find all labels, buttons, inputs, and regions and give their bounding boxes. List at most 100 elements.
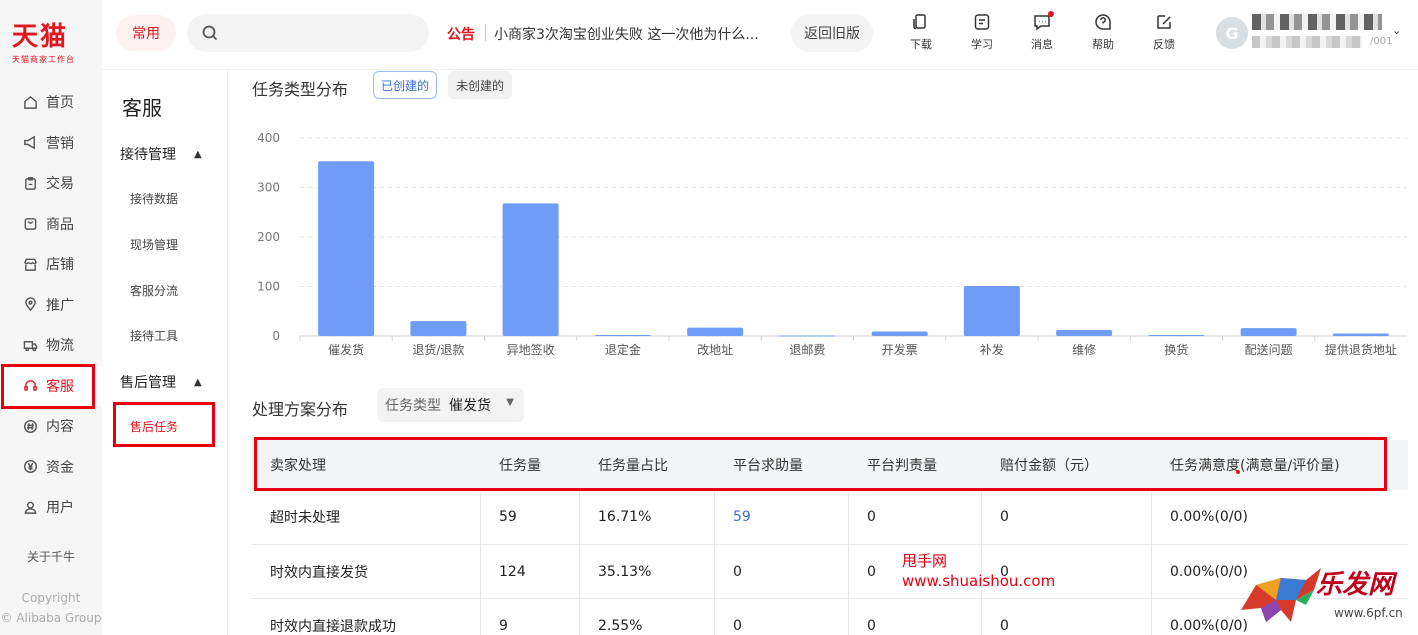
subnav-item-service-routing[interactable]: 客服分流 (130, 282, 178, 299)
nav-item-content[interactable]: 内容 (0, 406, 102, 447)
chevron-down-icon: ▼ (506, 397, 514, 408)
nav-item-goods[interactable]: 商品 (0, 204, 102, 245)
table-row: 超时未处理 59 16.71% 59 0 0 0.00%(0/0) (252, 490, 1408, 545)
bar[interactable] (502, 203, 559, 336)
search-box[interactable] (187, 14, 429, 52)
x-tick-label: 维修 (1072, 342, 1096, 357)
nav-list: 首页 营销 交易 商品 店铺 推广 物流 客服 内容 资金 用户 (0, 82, 102, 528)
bar[interactable] (779, 335, 836, 337)
y-tick-label: 300 (257, 181, 280, 195)
bar[interactable] (1056, 330, 1113, 336)
user-icon (22, 499, 38, 515)
notice-link[interactable]: 小商家3次淘宝创业失败 这一次他为什么... (494, 24, 759, 44)
x-tick-label: 退货/退款 (412, 342, 464, 357)
yuan-icon (22, 459, 38, 475)
tool-label: 帮助 (1092, 38, 1114, 51)
table-cell: 35.13% (580, 544, 715, 599)
bar[interactable] (963, 286, 1020, 336)
tool-label: 消息 (1031, 38, 1053, 51)
bar[interactable] (871, 331, 928, 336)
col-header: 任务量占比 (598, 458, 668, 474)
table-row: 时效内直接退款成功 9 2.55% 0 0 0 0.00%(0/0) (252, 599, 1408, 635)
chevron-down-icon[interactable]: ⌄ (1392, 24, 1401, 37)
table-cell: 时效内直接退款成功 (252, 599, 481, 635)
col-header: 赔付金额（元） (1000, 458, 1098, 474)
plan-table: 卖家处理 任务量 任务量占比 平台求助量 平台判责量 赔付金额（元） 任务满意度… (252, 440, 1408, 635)
nav-item-users[interactable]: 用户 (0, 487, 102, 528)
task-type-select[interactable]: 任务类型 催发货 ▼ (377, 388, 524, 422)
subnav-item-reception-data[interactable]: 接待数据 (130, 190, 178, 207)
tmall-logo[interactable]: 天猫 天猫商家工作台 (12, 22, 92, 65)
bar[interactable] (687, 327, 744, 336)
subnav-item-reception-tools[interactable]: 接待工具 (130, 327, 178, 344)
nav-item-label: 首页 (46, 95, 74, 112)
notice-tag: 公告 (447, 27, 475, 43)
col-header: 平台判责量 (867, 458, 937, 474)
top-header: 常用 公告 小商家3次淘宝创业失败 这一次他为什么... 返回旧版 下载 学习 … (102, 0, 1418, 70)
subnav-item-onsite-management[interactable]: 现场管理 (130, 236, 178, 253)
megaphone-icon (22, 135, 38, 151)
col-header: 任务量 (499, 458, 541, 474)
nav-item-trade[interactable]: 交易 (0, 163, 102, 204)
nav-item-label: 客服 (46, 378, 74, 395)
x-tick-label: 退邮费 (789, 343, 825, 357)
avatar[interactable]: G (1216, 17, 1248, 49)
tool-label: 学习 (971, 38, 993, 51)
help-count-link[interactable]: 59 (715, 490, 849, 544)
subnav-group-after-sales[interactable]: 售后管理 ▲ (120, 372, 202, 392)
nav-item-label: 推广 (46, 297, 74, 314)
tab-not-created[interactable]: 未创建的 (448, 71, 513, 99)
bar[interactable] (1332, 333, 1389, 336)
watermark-logo-url: www.6pf.cn (1334, 606, 1403, 620)
logo-text: 天猫 (12, 22, 69, 52)
edit-icon (1157, 15, 1171, 29)
messages-button[interactable]: 消息 (1022, 11, 1062, 52)
nav-item-label: 营销 (46, 135, 74, 152)
table-cell: 0.00%(0/0) (1170, 508, 1248, 525)
hash-icon (22, 418, 38, 434)
group-label: 接待管理 (120, 147, 176, 163)
copyright: Copyright © Alibaba Group (0, 588, 102, 628)
bar[interactable] (1148, 335, 1205, 337)
left-nav: 天猫 天猫商家工作台 首页 营销 交易 商品 店铺 推广 物流 客服 内容 资金… (0, 0, 102, 635)
search-input[interactable] (227, 25, 417, 41)
table-cell: 0 (982, 490, 1152, 544)
x-tick-label: 配送问题 (1245, 342, 1293, 357)
bar[interactable] (318, 161, 375, 336)
col-header: 卖家处理 (270, 458, 326, 474)
nav-item-marketing[interactable]: 营销 (0, 123, 102, 164)
nav-item-logistics[interactable]: 物流 (0, 325, 102, 366)
nav-item-funds[interactable]: 资金 (0, 447, 102, 488)
feedback-button[interactable]: 反馈 (1144, 12, 1184, 52)
help-button[interactable]: 帮助 (1083, 12, 1123, 52)
table-cell: 124 (481, 544, 580, 599)
bar[interactable] (410, 321, 467, 336)
col-header: 任务满意度(满意量/评价量) (1170, 458, 1340, 474)
subnav-title: 客服 (122, 96, 162, 120)
bar[interactable] (594, 335, 651, 337)
task-dist-title: 任务类型分布 (252, 80, 349, 99)
back-to-old-version-button[interactable]: 返回旧版 (791, 14, 873, 52)
common-button[interactable]: 常用 (116, 15, 176, 51)
nav-item-home[interactable]: 首页 (0, 82, 102, 123)
subnav-group-reception[interactable]: 接待管理 ▲ (120, 144, 202, 164)
table-cell: 超时未处理 (252, 490, 481, 544)
bar[interactable] (1240, 328, 1297, 336)
nav-item-promotion[interactable]: 推广 (0, 285, 102, 326)
select-value: 催发货 (449, 398, 491, 414)
nav-item-label: 用户 (46, 500, 74, 517)
download-icon (913, 14, 926, 30)
nav-item-customer-service[interactable]: 客服 (0, 365, 102, 406)
nav-item-store[interactable]: 店铺 (0, 244, 102, 285)
nav-item-label: 资金 (46, 459, 74, 476)
tool-label: 反馈 (1153, 38, 1175, 51)
learn-button[interactable]: 学习 (962, 12, 1002, 52)
x-tick-label: 提供退货地址 (1325, 342, 1397, 357)
help-icon (1095, 14, 1111, 30)
sub-nav: 客服 接待管理 ▲ 接待数据 现场管理 客服分流 接待工具 售后管理 ▲ 售后任… (102, 0, 228, 635)
table-cell: 0 (849, 490, 982, 544)
about-qianniu-link[interactable]: 关于千牛 (0, 548, 102, 565)
download-button[interactable]: 下载 (901, 12, 941, 52)
subnav-item-after-sales-tasks[interactable]: 售后任务 (130, 418, 178, 435)
tab-created[interactable]: 已创建的 (373, 71, 438, 99)
